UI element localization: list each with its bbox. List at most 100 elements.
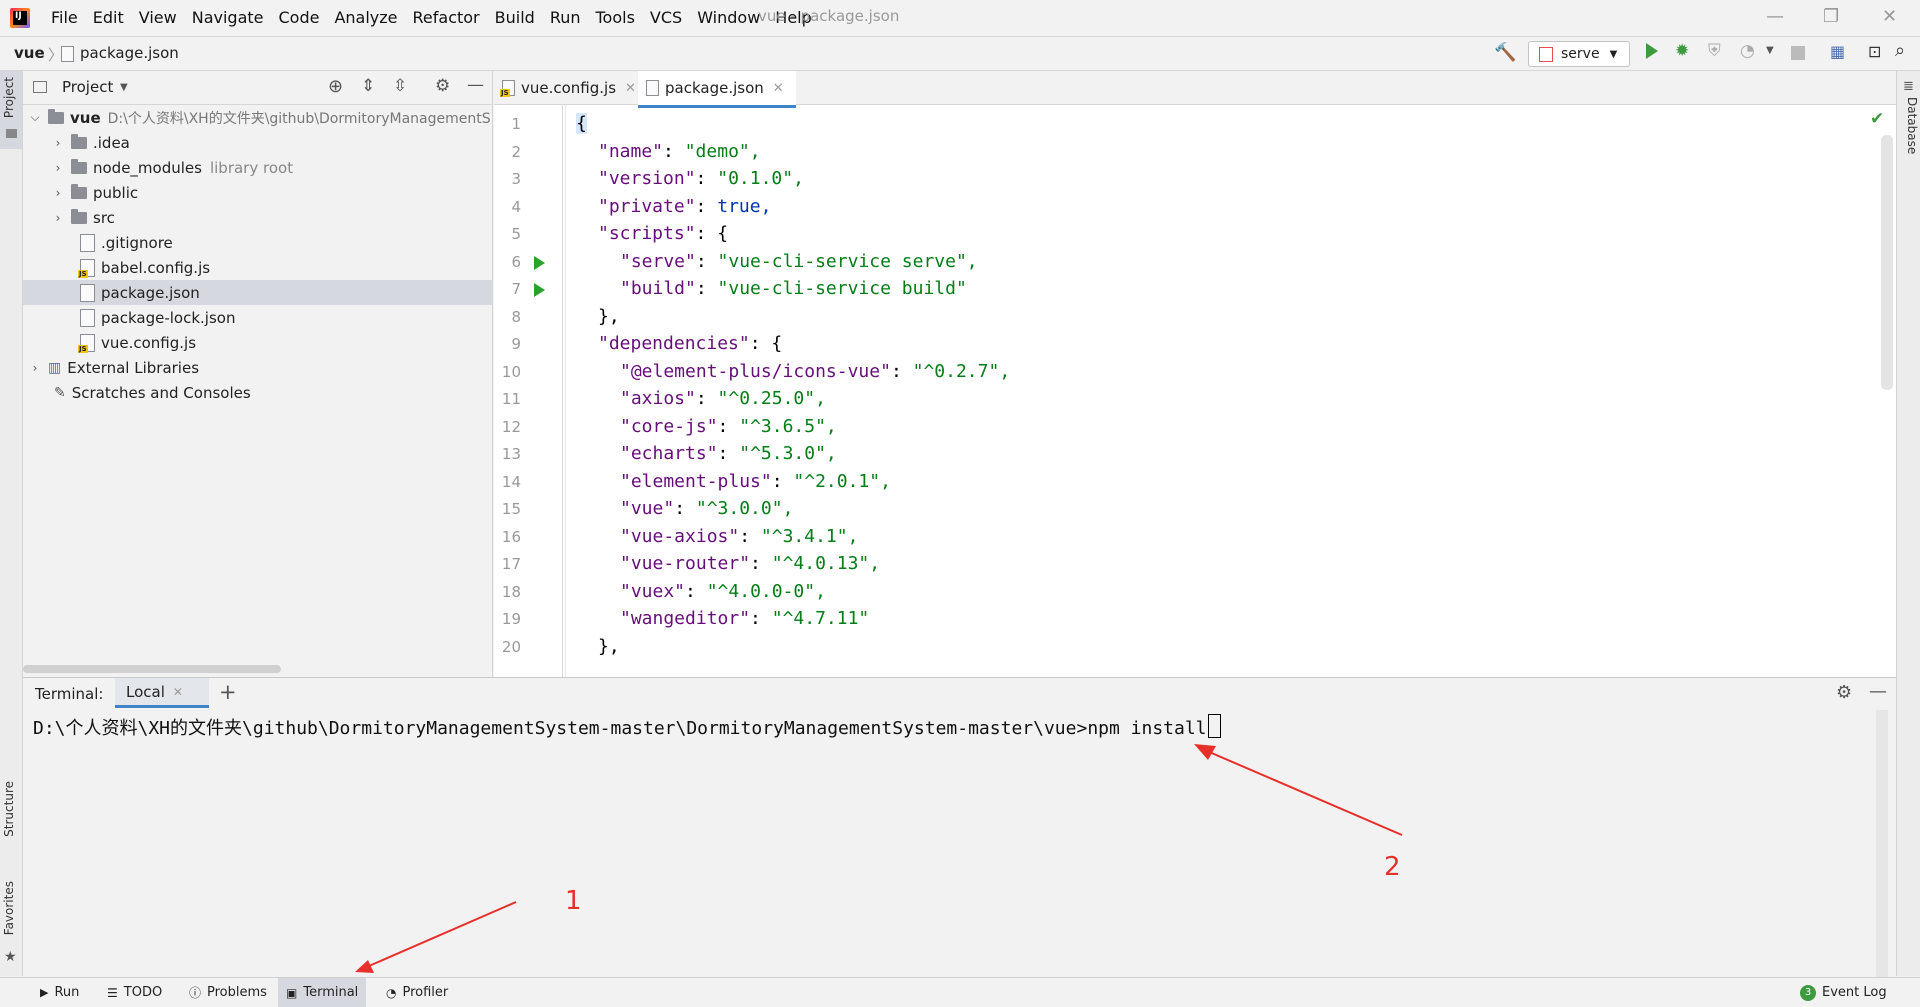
code-line: "dependencies": { bbox=[598, 333, 783, 354]
chevron-down-icon[interactable]: ⌵ bbox=[27, 110, 43, 125]
terminal-scrollbar[interactable] bbox=[1876, 710, 1888, 978]
terminal-content[interactable]: D:\个人资料\XH的文件夹\github\DormitoryManagemen… bbox=[23, 678, 1896, 978]
structure-tool-tab[interactable]: Structure bbox=[0, 781, 22, 861]
run-anything-icon[interactable]: ⊡ bbox=[1868, 42, 1881, 61]
bottom-tab-terminal[interactable]: ▣ Terminal bbox=[278, 978, 367, 1007]
restore-icon[interactable]: ❐ bbox=[1823, 6, 1839, 27]
chevron-right-icon[interactable]: › bbox=[50, 161, 66, 175]
bottom-tab-profiler[interactable]: ◔ Profiler bbox=[378, 978, 456, 1007]
build-hammer-icon[interactable]: 🔨 bbox=[1494, 42, 1516, 63]
hide-panel-icon[interactable]: — bbox=[1869, 681, 1887, 702]
editor-tab-vue-config[interactable]: JS vue.config.js ✕ bbox=[494, 71, 653, 105]
project-view-selector[interactable]: Project bbox=[62, 78, 113, 96]
folder-icon bbox=[71, 208, 87, 224]
menu-bar: IJ File Edit View Navigate Code Analyze … bbox=[0, 0, 1920, 35]
hide-panel-icon[interactable]: — bbox=[467, 75, 484, 95]
stop-icon[interactable] bbox=[1791, 46, 1805, 60]
menu-edit[interactable]: Edit bbox=[86, 8, 132, 27]
expand-all-icon[interactable]: ⇕ bbox=[361, 76, 375, 96]
code-line: "@element-plus/icons-vue": "^0.2.7", bbox=[620, 361, 1011, 382]
terminal-tab-local[interactable]: Local ✕ bbox=[115, 678, 209, 708]
tree-item-node-modules[interactable]: › node_modules library root bbox=[23, 155, 493, 180]
chevron-right-icon[interactable]: › bbox=[50, 136, 66, 150]
menu-navigate[interactable]: Navigate bbox=[185, 8, 272, 27]
todo-list-icon: ☰ bbox=[107, 985, 118, 1000]
project-tool-tab[interactable]: Project bbox=[0, 71, 22, 149]
more-run-chevron-icon[interactable]: ▼ bbox=[1766, 45, 1774, 56]
chevron-right-icon[interactable]: › bbox=[50, 211, 66, 225]
locate-file-icon[interactable]: ⊕ bbox=[328, 76, 343, 97]
close-tab-icon[interactable]: ✕ bbox=[173, 685, 183, 699]
chevron-right-icon[interactable]: › bbox=[50, 186, 66, 200]
tree-item-label: package.json bbox=[101, 283, 200, 302]
json-file-icon bbox=[646, 80, 659, 96]
problems-info-icon: ⓘ bbox=[189, 986, 202, 1000]
tree-item-label: src bbox=[93, 208, 115, 227]
database-tool-tab[interactable]: ≣ Database bbox=[1897, 79, 1919, 159]
menu-analyze[interactable]: Analyze bbox=[327, 8, 405, 27]
search-everywhere-icon[interactable]: ⌕ bbox=[1895, 40, 1905, 61]
gear-icon[interactable]: ⚙ bbox=[1836, 682, 1852, 703]
menu-tools[interactable]: Tools bbox=[589, 8, 643, 27]
debug-bug-icon[interactable]: ✹ bbox=[1675, 41, 1689, 61]
collapse-all-icon[interactable]: ⇳ bbox=[393, 76, 407, 96]
close-tab-icon[interactable]: ✕ bbox=[625, 81, 636, 96]
menu-vcs[interactable]: VCS bbox=[643, 8, 690, 27]
profile-icon[interactable]: ◔ bbox=[1740, 41, 1755, 61]
menu-run[interactable]: Run bbox=[543, 8, 589, 27]
breadcrumb-file[interactable]: package.json bbox=[80, 44, 179, 62]
tree-item-package-json[interactable]: package.json bbox=[23, 280, 493, 305]
annotation-number-2: 2 bbox=[1384, 852, 1401, 882]
menu-code[interactable]: Code bbox=[272, 8, 328, 27]
tree-item-scratches[interactable]: ✎ Scratches and Consoles bbox=[23, 380, 493, 405]
scratches-icon: ✎ bbox=[54, 384, 66, 401]
tree-item-gitignore[interactable]: .gitignore bbox=[23, 230, 493, 255]
code-line: "serve": "vue-cli-service serve", bbox=[620, 251, 978, 272]
favorites-tool-tab[interactable]: Favorites ★ bbox=[0, 881, 22, 971]
menu-build[interactable]: Build bbox=[488, 8, 543, 27]
tree-root-vue[interactable]: ⌵ vue D:\个人资料\XH的文件夹\github\DormitoryMan… bbox=[23, 105, 493, 130]
tree-item-vue-config[interactable]: JS vue.config.js bbox=[23, 330, 493, 355]
close-window-icon[interactable]: ✕ bbox=[1882, 6, 1897, 27]
chevron-down-icon[interactable]: ▼ bbox=[120, 82, 128, 93]
breadcrumb-project[interactable]: vue bbox=[14, 44, 45, 62]
editor-tab-package-json[interactable]: package.json ✕ bbox=[638, 71, 796, 108]
editor-tab-label: vue.config.js bbox=[521, 79, 617, 97]
bottom-tab-problems[interactable]: ⓘ Problems bbox=[181, 978, 275, 1007]
gear-icon[interactable]: ⚙ bbox=[435, 76, 450, 96]
new-terminal-plus-icon[interactable]: + bbox=[219, 680, 237, 704]
close-tab-icon[interactable]: ✕ bbox=[773, 81, 784, 96]
menu-view[interactable]: View bbox=[132, 8, 185, 27]
folder-icon bbox=[6, 129, 17, 138]
minimize-icon[interactable]: — bbox=[1766, 6, 1784, 27]
horizontal-scrollbar[interactable] bbox=[23, 665, 281, 673]
bottom-tab-label: TODO bbox=[123, 985, 163, 1000]
menu-refactor[interactable]: Refactor bbox=[406, 8, 488, 27]
menu-file[interactable]: File bbox=[44, 8, 86, 27]
chevron-right-icon[interactable]: › bbox=[27, 361, 43, 375]
run-config-selector[interactable]: serve ▼ bbox=[1528, 41, 1630, 67]
code-line: { bbox=[576, 113, 587, 134]
project-structure-icon[interactable]: ▦ bbox=[1830, 42, 1845, 61]
bottom-tab-todo[interactable]: ☰ TODO bbox=[99, 978, 170, 1007]
tree-item-src[interactable]: › src bbox=[23, 205, 493, 230]
event-count-badge: 3 bbox=[1800, 984, 1816, 1001]
vertical-scrollbar[interactable] bbox=[1881, 135, 1893, 390]
project-panel-header: Project ▼ ⊕ ⇕ ⇳ ⚙ — bbox=[23, 71, 493, 105]
code-line: "vue-axios": "^3.4.1", bbox=[620, 526, 859, 547]
tree-item-public[interactable]: › public bbox=[23, 180, 493, 205]
event-log-button[interactable]: 3 Event Log bbox=[1792, 978, 1895, 1007]
run-icon[interactable] bbox=[1646, 43, 1658, 59]
no-problems-check-icon[interactable]: ✔ bbox=[1870, 109, 1884, 129]
run-with-coverage-icon[interactable]: ⛨ bbox=[1708, 41, 1721, 61]
tree-item-idea[interactable]: › .idea bbox=[23, 130, 493, 155]
bottom-tab-label: Profiler bbox=[402, 985, 449, 1000]
tree-item-external-libraries[interactable]: › ▥ External Libraries bbox=[23, 355, 493, 380]
menu-window[interactable]: Window bbox=[690, 8, 768, 27]
tree-item-package-lock[interactable]: package-lock.json bbox=[23, 305, 493, 330]
terminal-prompt: D:\个人资料\XH的文件夹\github\DormitoryManagemen… bbox=[33, 718, 1088, 739]
terminal-line: D:\个人资料\XH的文件夹\github\DormitoryManagemen… bbox=[33, 714, 1221, 740]
bottom-tab-run[interactable]: ▶ Run bbox=[32, 978, 87, 1007]
code-area[interactable]: { "name": "demo", "version": "0.1.0", "p… bbox=[494, 105, 1874, 677]
tree-item-babel-config[interactable]: JS babel.config.js bbox=[23, 255, 493, 280]
